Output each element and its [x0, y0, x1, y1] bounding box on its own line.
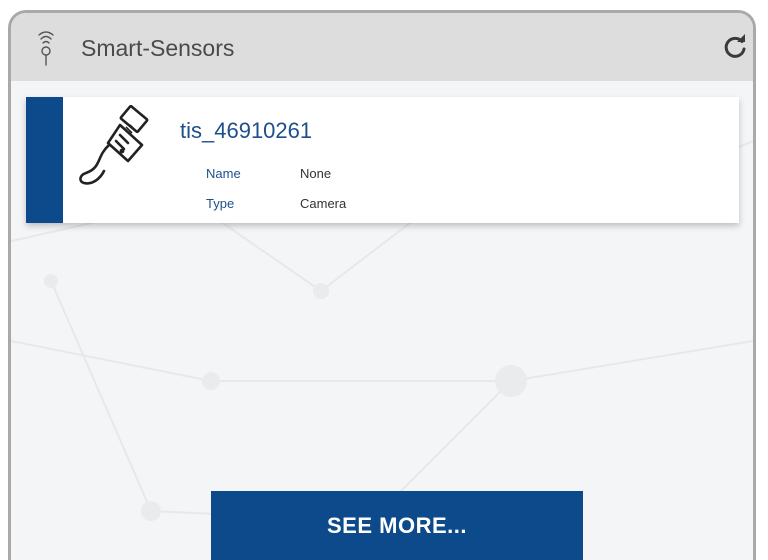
sensor-card[interactable]: tis_46910261 Name None Type Camera — [26, 97, 739, 223]
property-value: None — [300, 166, 332, 181]
widget-header: Smart-Sensors — [11, 13, 753, 81]
smart-sensors-widget: Smart-Sensors tis_46910261 Name None Typ… — [8, 10, 756, 560]
usb-icon — [79, 105, 149, 185]
widget-title: Smart-Sensors — [81, 35, 235, 61]
card-accent-bar — [26, 97, 63, 223]
property-key: Type — [206, 196, 235, 211]
device-title[interactable]: tis_46910261 — [180, 118, 312, 144]
refresh-icon[interactable] — [721, 33, 749, 61]
property-value: Camera — [300, 196, 347, 211]
sensor-icon — [38, 31, 54, 66]
see-more-button[interactable]: SEE MORE... — [211, 491, 583, 560]
property-key: Name — [206, 166, 241, 181]
